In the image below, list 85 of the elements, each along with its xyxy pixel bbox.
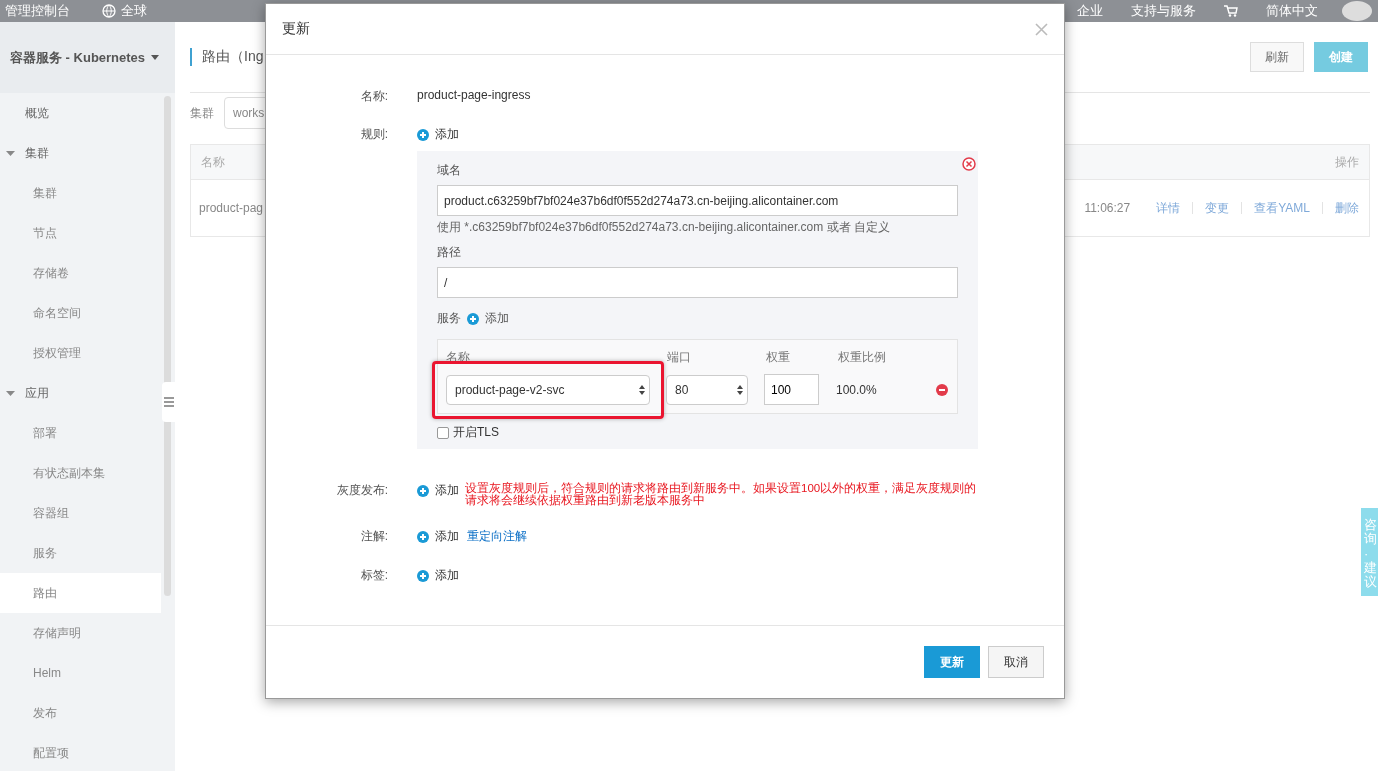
add-link[interactable]: 添加 <box>435 482 459 499</box>
avatar[interactable] <box>1342 1 1372 21</box>
add-link[interactable]: 添加 <box>485 310 509 327</box>
language-selector[interactable]: 简体中文 <box>1252 4 1332 18</box>
cancel-button[interactable]: 取消 <box>988 646 1044 678</box>
weight-field[interactable]: 100 <box>764 374 819 405</box>
table-cell: product-pag <box>199 201 264 215</box>
sidebar-item[interactable]: 发布 <box>0 693 161 733</box>
domain-field[interactable]: product.c63259bf7bf024e37b6df0f552d274a73.cn-beijing.alicontainer.com <box>437 185 958 216</box>
column-header: 端口 <box>667 348 692 366</box>
action-link[interactable]: 变更 <box>1205 199 1230 217</box>
column-header: 名称 <box>201 153 225 171</box>
caret-icon <box>151 55 160 60</box>
expanded-icon <box>6 390 15 396</box>
add-link[interactable]: 添加 <box>435 528 459 545</box>
name-value: product-page-ingress <box>417 88 531 104</box>
sidebar-item[interactable]: 容器组 <box>0 493 161 533</box>
sidebar-item[interactable]: 服务 <box>0 533 161 573</box>
field-label: 域名 <box>437 162 462 179</box>
updown-icon <box>639 384 645 395</box>
page-title: 路由（Ing <box>190 48 264 66</box>
domain-hint: 使用 *.c63259bf7bf024e37b6df0f552d274a73.cn-beijing.alicontainer.com 或者 自定义 <box>437 219 891 236</box>
console-link[interactable]: 管理控制台 <box>0 4 84 18</box>
add-link[interactable]: 添加 <box>435 567 459 584</box>
checkbox-label: 开启TLS <box>453 424 499 441</box>
add-icon[interactable] <box>417 530 429 543</box>
table-cell: 11:06:27 <box>1084 201 1131 215</box>
sidebar-item[interactable]: 部署 <box>0 413 161 453</box>
field-label: 路径 <box>437 244 462 261</box>
sidebar-item[interactable]: Helm <box>0 653 161 693</box>
sidebar-item[interactable]: 存储卷 <box>0 253 161 293</box>
sidebar-header[interactable]: 容器服务 - Kubernetes <box>0 22 175 93</box>
path-field[interactable]: / <box>437 267 958 298</box>
sidebar-item[interactable]: 配置项 <box>0 733 161 771</box>
updown-icon <box>737 384 743 395</box>
sidebar-item[interactable]: 存储声明 <box>0 613 161 653</box>
port-select[interactable]: 80 <box>666 374 748 405</box>
create-button[interactable]: 创建 <box>1314 42 1368 72</box>
sidebar-toggle[interactable] <box>162 382 176 422</box>
column-header: 权重 <box>766 348 791 366</box>
field-label: 服务 <box>437 310 461 327</box>
action-link[interactable]: 查看YAML <box>1254 199 1310 217</box>
tls-checkbox[interactable] <box>437 426 449 439</box>
action-link[interactable]: 删除 <box>1335 199 1359 217</box>
region-selector[interactable]: 全球 <box>88 4 161 18</box>
sidebar-item[interactable]: 概览 <box>0 93 161 133</box>
close-icon[interactable] <box>1035 22 1048 36</box>
scrollbar[interactable] <box>164 96 171 596</box>
globe-icon <box>102 4 116 18</box>
column-header: 权重比例 <box>838 348 887 366</box>
sidebar-item[interactable]: 节点 <box>0 213 161 253</box>
weight-ratio: 100.0% <box>836 382 878 397</box>
field-label: 规则: <box>359 126 389 143</box>
field-label: 注解: <box>359 528 389 545</box>
sidebar-item[interactable]: 有状态副本集 <box>0 453 161 493</box>
expanded-icon <box>6 150 15 156</box>
action-link[interactable]: 详情 <box>1156 199 1181 217</box>
redirect-annotation-link[interactable]: 重定向注解 <box>467 528 527 545</box>
column-header: 操作 <box>1335 153 1359 171</box>
sidebar-group[interactable]: 集群 <box>0 133 161 173</box>
update-button[interactable]: 更新 <box>924 646 980 678</box>
sidebar-item[interactable]: 路由 <box>0 573 161 613</box>
add-icon[interactable] <box>417 569 429 582</box>
dialog-title: 更新 <box>282 20 310 38</box>
top-nav-link[interactable]: 企业 <box>1063 4 1117 18</box>
menu-icon <box>164 396 174 408</box>
refresh-button[interactable]: 刷新 <box>1250 42 1304 72</box>
top-nav-link[interactable]: 支持与服务 <box>1117 4 1210 18</box>
field-label: 灰度发布: <box>335 482 389 499</box>
canary-note: 设置灰度规则后，符合规则的请求将路由到新服务中。如果设置100以外的权重，满足灰度规则的请求将会继续依据权重路由到新老版本服务中 <box>465 482 978 506</box>
cart-icon[interactable] <box>1224 5 1238 17</box>
add-icon[interactable] <box>467 312 479 325</box>
sidebar-item[interactable]: 集群 <box>0 173 161 213</box>
add-icon[interactable] <box>417 484 429 497</box>
field-label: 名称: <box>359 88 389 105</box>
add-icon[interactable] <box>417 128 429 141</box>
field-label: 标签: <box>359 567 389 584</box>
remove-icon[interactable] <box>962 157 976 171</box>
sidebar-item[interactable]: 命名空间 <box>0 293 161 333</box>
sidebar-item[interactable]: 授权管理 <box>0 333 161 373</box>
filter-label: 集群 <box>190 104 214 122</box>
service-select[interactable]: product-page-v2-svc <box>446 374 650 405</box>
remove-icon[interactable] <box>936 383 948 396</box>
sidebar-group[interactable]: 应用 <box>0 373 161 413</box>
add-link[interactable]: 添加 <box>435 126 459 143</box>
